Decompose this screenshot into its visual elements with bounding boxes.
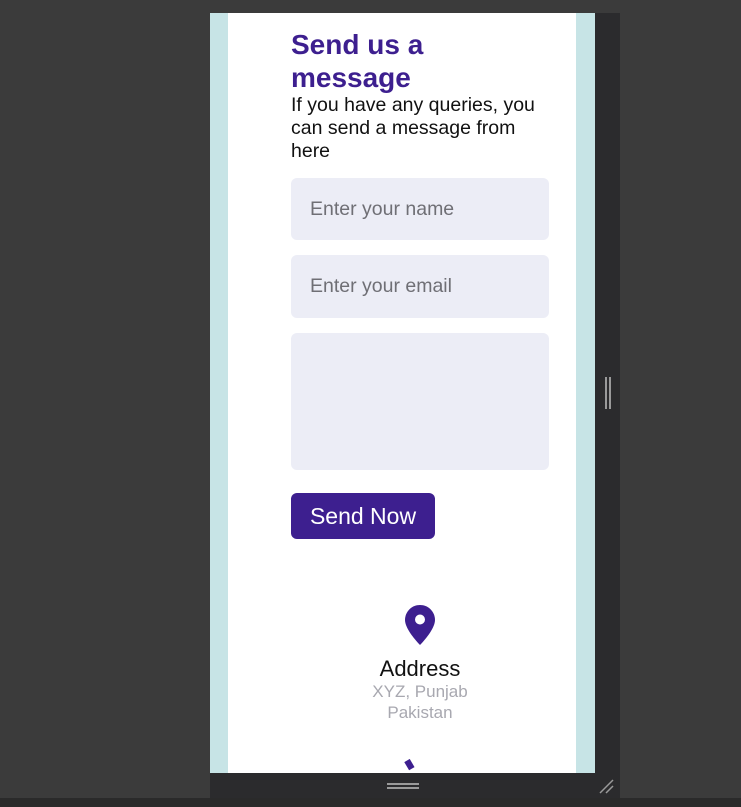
device-viewport: Send us a message If you have any querie… — [210, 13, 595, 773]
devtools-bottom-strip — [0, 798, 741, 807]
send-now-button[interactable]: Send Now — [291, 493, 435, 539]
page-subtitle: If you have any queries, you can send a … — [291, 94, 535, 162]
resize-grip-horizontal-icon[interactable] — [387, 783, 419, 789]
resize-grip-vertical-icon[interactable] — [605, 377, 611, 409]
name-input[interactable] — [291, 178, 549, 240]
email-input[interactable] — [291, 255, 549, 318]
page-title: Send us a message — [291, 29, 424, 93]
map-pin-icon — [405, 605, 435, 645]
message-textarea[interactable] — [291, 333, 549, 470]
address-line-1: XYZ, Punjab — [372, 682, 468, 701]
contact-card: Send us a message If you have any querie… — [228, 13, 576, 773]
address-line-2: Pakistan — [387, 703, 453, 722]
phone-icon — [404, 759, 415, 771]
resize-corner-icon[interactable] — [598, 778, 614, 794]
address-title: Address — [379, 656, 461, 681]
